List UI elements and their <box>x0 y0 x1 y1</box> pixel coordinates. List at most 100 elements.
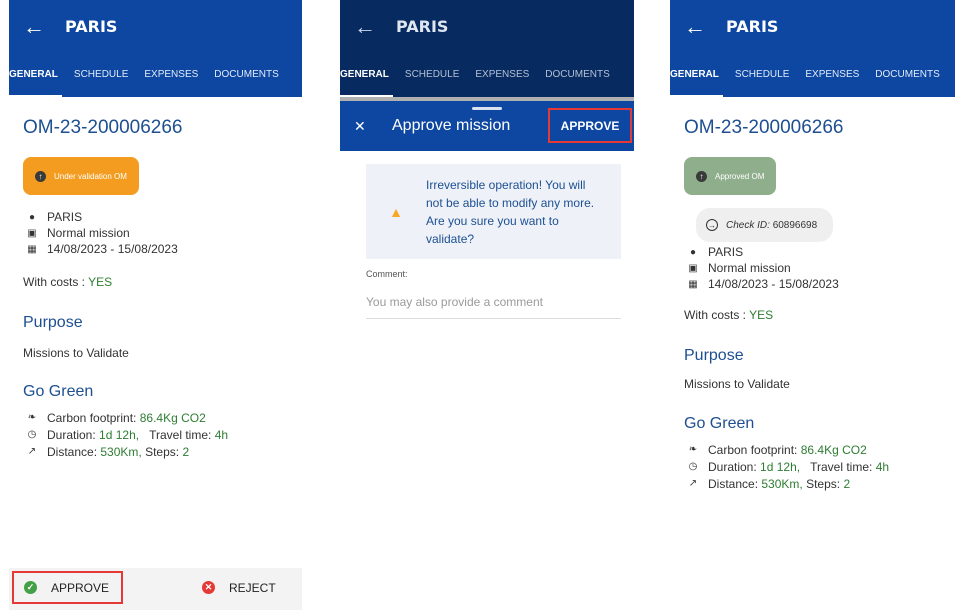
header-title: PARIS <box>726 17 779 36</box>
action-footer: ✓ APPROVE ✕ REJECT <box>9 568 302 610</box>
tab-expenses[interactable]: EXPENSES <box>136 53 206 97</box>
carbon-label: Carbon footprint: <box>708 442 798 457</box>
mission-type-text: Normal mission <box>47 226 130 240</box>
close-icon[interactable]: ✕ <box>354 118 374 135</box>
tab-expenses[interactable]: EXPENSES <box>797 53 867 97</box>
costs-value: YES <box>88 275 113 289</box>
costs-label: With costs : <box>684 308 747 322</box>
back-arrow-icon[interactable]: ← <box>23 15 55 38</box>
check-circle-icon: ✓ <box>24 581 37 594</box>
app-header: ← PARIS <box>670 0 955 53</box>
approved-mission-screen: ← PARIS GENERAL SCHEDULE EXPENSES DOCUME… <box>670 0 955 610</box>
purpose-heading: Purpose <box>23 314 83 331</box>
tab-documents[interactable]: DOCUMENTS <box>867 53 947 97</box>
tab-general: GENERAL <box>340 53 397 97</box>
go-green-info: ❧ Carbon footprint: 86.4Kg CO2 ◷ Duratio… <box>686 441 955 492</box>
calendar-icon: ▦ <box>688 278 698 290</box>
confirm-approve-button[interactable]: APPROVE <box>548 108 632 143</box>
check-id-label: Check ID: <box>726 219 770 231</box>
check-id-pill: → Check ID: 60896698 <box>696 208 834 242</box>
sheet-title: Approve mission <box>392 117 511 134</box>
comment-input[interactable] <box>366 285 621 319</box>
mission-reference: OM-23-200006266 <box>684 117 844 138</box>
tab-bar-dimmed: GENERAL SCHEDULE EXPENSES DOCUMENTS <box>340 53 634 97</box>
mission-details-screen: ← PARIS GENERAL SCHEDULE EXPENSES DOCUME… <box>9 0 302 610</box>
tab-expenses: EXPENSES <box>475 69 530 80</box>
location-text: PARIS <box>708 245 744 259</box>
steps-label: Steps: <box>145 444 180 459</box>
duration-row: ◷ Duration: 1d 12h, Travel time: 4h <box>686 458 955 475</box>
steps-label: Steps: <box>806 476 841 491</box>
footprint-icon: ❧ <box>27 412 37 423</box>
arrow-right-circle-icon: → <box>706 219 718 231</box>
mission-info: ● PARIS ▣ Normal mission ▦ 14/08/2023 - … <box>25 209 302 257</box>
distance-row: ↗ Distance: 530Km, Steps: 2 <box>25 443 302 460</box>
tab-schedule: SCHEDULE <box>404 69 460 80</box>
header-title: PARIS <box>65 17 118 36</box>
tab-schedule[interactable]: SCHEDULE <box>66 53 136 97</box>
distance-value: 530Km, <box>761 476 803 491</box>
tab-schedule[interactable]: SCHEDULE <box>727 53 797 97</box>
tab-documents[interactable]: DOCUMENTS <box>206 53 286 97</box>
travel-label: Travel time: <box>810 459 873 474</box>
location-row: ● PARIS <box>686 244 955 260</box>
arrow-up-circle-icon: ↑ <box>696 170 707 182</box>
travel-value: 4h <box>214 427 229 442</box>
back-arrow-icon[interactable]: ← <box>684 15 716 38</box>
costs-line: With costs : YES <box>684 308 955 322</box>
costs-value: YES <box>749 308 774 322</box>
dates-text: 14/08/2023 - 15/08/2023 <box>47 242 178 256</box>
travel-value: 4h <box>875 459 890 474</box>
tab-bar: GENERAL SCHEDULE EXPENSES DOCUMENTS <box>9 53 302 97</box>
tab-general[interactable]: GENERAL <box>670 53 727 97</box>
carbon-value: 86.4Kg CO2 <box>800 442 867 457</box>
purpose-heading: Purpose <box>684 347 744 364</box>
distance-value: 530Km, <box>100 444 142 459</box>
dates-row: ▦ 14/08/2023 - 15/08/2023 <box>25 241 302 257</box>
tab-general[interactable]: GENERAL <box>9 53 66 97</box>
briefcase-icon: ▣ <box>688 262 698 274</box>
status-badge: ↑ Approved OM <box>684 157 777 195</box>
approve-dialog-screen: ← PARIS GENERAL SCHEDULE EXPENSES DOCUME… <box>340 0 634 610</box>
steps-value: 2 <box>182 444 190 459</box>
approve-button[interactable]: ✓ APPROVE <box>12 571 123 604</box>
carbon-value: 86.4Kg CO2 <box>139 410 206 425</box>
tab-documents: DOCUMENTS <box>545 69 610 80</box>
warning-triangle-icon: ▲ <box>389 203 403 220</box>
warning-box: ▲ Irreversible operation! You will not b… <box>366 164 621 259</box>
close-circle-icon: ✕ <box>202 581 215 594</box>
distance-row: ↗ Distance: 530Km, Steps: 2 <box>686 475 955 492</box>
reject-button[interactable]: ✕ REJECT <box>202 571 276 604</box>
dates-text: 14/08/2023 - 15/08/2023 <box>708 277 839 291</box>
dates-row: ▦ 14/08/2023 - 15/08/2023 <box>686 276 955 292</box>
go-green-heading: Go Green <box>23 383 94 400</box>
purpose-text: Missions to Validate <box>23 346 129 360</box>
mission-type-row: ▣ Normal mission <box>25 225 302 241</box>
tab-bar: GENERAL SCHEDULE EXPENSES DOCUMENTS <box>670 53 955 97</box>
mission-type-text: Normal mission <box>708 261 791 275</box>
status-badge: ↑ Under validation OM <box>23 157 139 195</box>
clock-icon: ◷ <box>688 461 698 472</box>
costs-line: With costs : YES <box>23 275 302 289</box>
duration-value: 1d 12h, <box>99 427 140 442</box>
duration-label: Duration: <box>47 427 96 442</box>
approve-label: APPROVE <box>51 580 110 595</box>
map-pin-icon: ● <box>689 246 697 258</box>
travel-label: Travel time: <box>149 427 212 442</box>
go-green-heading: Go Green <box>684 415 755 432</box>
trend-line-icon: ↗ <box>27 446 37 457</box>
purpose-text: Missions to Validate <box>684 377 790 391</box>
status-label: Under validation OM <box>54 171 127 181</box>
app-header-dimmed: ← PARIS <box>340 0 634 53</box>
duration-row: ◷ Duration: 1d 12h, Travel time: 4h <box>25 426 302 443</box>
comment-label: Comment: <box>366 269 408 279</box>
drag-handle[interactable] <box>472 107 502 110</box>
back-arrow-icon: ← <box>354 13 376 39</box>
costs-label: With costs : <box>23 275 86 289</box>
trend-line-icon: ↗ <box>688 478 698 489</box>
sheet-header: ✕ Approve mission APPROVE <box>340 101 634 151</box>
status-label: Approved OM <box>715 171 765 181</box>
clock-icon: ◷ <box>27 429 37 440</box>
arrow-up-circle-icon: ↑ <box>35 170 46 182</box>
reject-label: REJECT <box>229 580 276 595</box>
